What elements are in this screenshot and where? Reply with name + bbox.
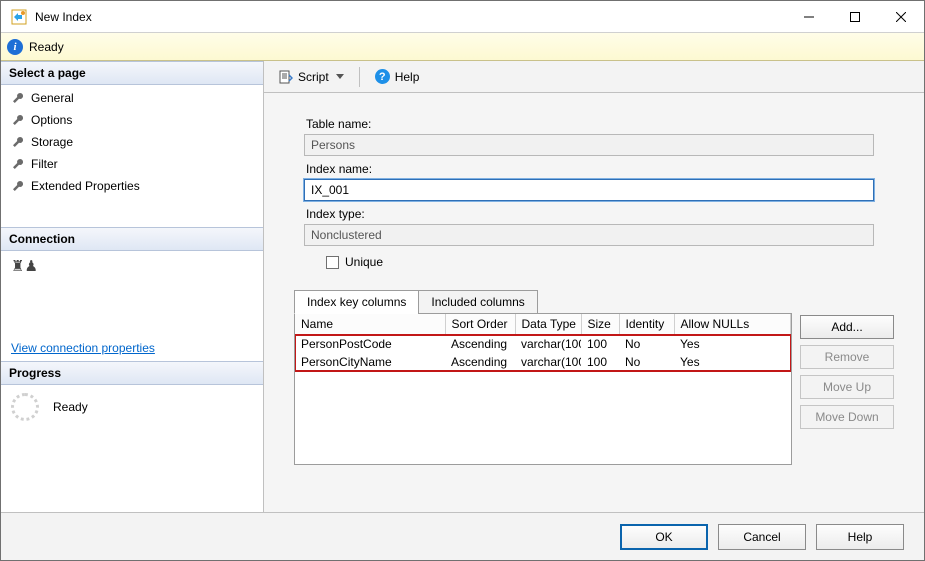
help-button[interactable]: ? Help <box>368 66 427 87</box>
unique-checkbox[interactable] <box>326 256 339 269</box>
connection-icon: ♜♟ <box>1 251 263 281</box>
sidebar-item-storage[interactable]: Storage <box>1 131 263 153</box>
titlebar: New Index <box>1 1 924 33</box>
cell-name: PersonPostCode <box>295 335 445 354</box>
wrench-icon <box>11 157 25 171</box>
status-banner-text: Ready <box>29 40 64 54</box>
index-name-label: Index name: <box>306 162 894 176</box>
table-name-label: Table name: <box>306 117 894 131</box>
wrench-icon <box>11 179 25 193</box>
connection-header: Connection <box>1 227 263 251</box>
cell-sort: Ascending <box>445 335 515 354</box>
wrench-icon <box>11 113 25 127</box>
chevron-down-icon <box>336 74 344 79</box>
help-button-label: Help <box>395 70 420 84</box>
cell-sort: Ascending <box>445 353 515 371</box>
sidebar-item-general[interactable]: General <box>1 87 263 109</box>
progress-block: Ready <box>1 385 263 429</box>
minimize-button[interactable] <box>786 1 832 32</box>
tab-index-key-columns[interactable]: Index key columns <box>294 290 419 314</box>
move-up-button[interactable]: Move Up <box>800 375 894 399</box>
sidebar-item-label: General <box>31 91 74 105</box>
script-button-label: Script <box>298 70 329 84</box>
maximize-button[interactable] <box>832 1 878 32</box>
cell-type: varchar(100 <box>515 353 581 371</box>
cell-type: varchar(100 <box>515 335 581 354</box>
cell-nulls: Yes <box>674 353 791 371</box>
sidebar-item-extended-properties[interactable]: Extended Properties <box>1 175 263 197</box>
columns-grid[interactable]: Name Sort Order Data Type Size Identity … <box>294 313 792 465</box>
cell-size: 100 <box>581 353 619 371</box>
wrench-icon <box>11 91 25 105</box>
table-name-field: Persons <box>304 134 874 156</box>
cell-name: PersonCityName <box>295 353 445 371</box>
script-icon <box>279 70 293 84</box>
col-type[interactable]: Data Type <box>515 314 581 335</box>
col-nulls[interactable]: Allow NULLs <box>674 314 791 335</box>
wrench-icon <box>11 135 25 149</box>
remove-button[interactable]: Remove <box>800 345 894 369</box>
ok-button[interactable]: OK <box>620 524 708 550</box>
status-banner: i Ready <box>1 33 924 61</box>
content-toolbar: Script ? Help <box>264 61 924 93</box>
content-area: Script ? Help Table name: Persons Index … <box>264 61 924 512</box>
cell-nulls: Yes <box>674 335 791 354</box>
col-identity[interactable]: Identity <box>619 314 674 335</box>
help-icon: ? <box>375 69 390 84</box>
grid-area: Index key columns Included columns Name <box>294 289 894 465</box>
sidebar-item-label: Filter <box>31 157 58 171</box>
page-list: General Options Storage <box>1 85 263 199</box>
sidebar: Select a page General Options <box>1 61 264 512</box>
sidebar-item-label: Options <box>31 113 72 127</box>
window-title: New Index <box>35 10 92 24</box>
script-button[interactable]: Script <box>272 67 351 87</box>
tabs: Index key columns Included columns <box>294 289 792 313</box>
toolbar-separator <box>359 67 360 87</box>
progress-header: Progress <box>1 361 263 385</box>
progress-text: Ready <box>53 400 88 414</box>
grid-row[interactable]: PersonPostCode Ascending varchar(100 100… <box>295 335 791 354</box>
dialog-footer: OK Cancel Help <box>1 512 924 560</box>
cell-identity: No <box>619 335 674 354</box>
tab-included-columns[interactable]: Included columns <box>418 290 537 314</box>
grid-side-buttons: Add... Remove Move Up Move Down <box>800 289 894 465</box>
unique-label: Unique <box>345 255 383 269</box>
sidebar-item-options[interactable]: Options <box>1 109 263 131</box>
main-area: Select a page General Options <box>1 61 924 512</box>
info-icon: i <box>7 39 23 55</box>
close-button[interactable] <box>878 1 924 32</box>
progress-spinner-icon <box>11 393 39 421</box>
sidebar-item-label: Storage <box>31 135 73 149</box>
cell-size: 100 <box>581 335 619 354</box>
index-type-field: Nonclustered <box>304 224 874 246</box>
grid-row[interactable]: PersonCityName Ascending varchar(100 100… <box>295 353 791 371</box>
sidebar-item-label: Extended Properties <box>31 179 140 193</box>
move-down-button[interactable]: Move Down <box>800 405 894 429</box>
index-name-input[interactable] <box>304 179 874 201</box>
select-page-header: Select a page <box>1 61 263 85</box>
cell-identity: No <box>619 353 674 371</box>
col-size[interactable]: Size <box>581 314 619 335</box>
footer-help-button[interactable]: Help <box>816 524 904 550</box>
add-button[interactable]: Add... <box>800 315 894 339</box>
sidebar-item-filter[interactable]: Filter <box>1 153 263 175</box>
col-name[interactable]: Name <box>295 314 445 335</box>
dialog-window: New Index i Ready Select a page Genera <box>0 0 925 561</box>
app-icon <box>11 9 27 25</box>
cancel-button[interactable]: Cancel <box>718 524 806 550</box>
view-connection-properties-link[interactable]: View connection properties <box>1 335 263 361</box>
form-area: Table name: Persons Index name: Index ty… <box>264 93 924 279</box>
col-sort[interactable]: Sort Order <box>445 314 515 335</box>
index-type-label: Index type: <box>306 207 894 221</box>
grid-header-row: Name Sort Order Data Type Size Identity … <box>295 314 791 335</box>
